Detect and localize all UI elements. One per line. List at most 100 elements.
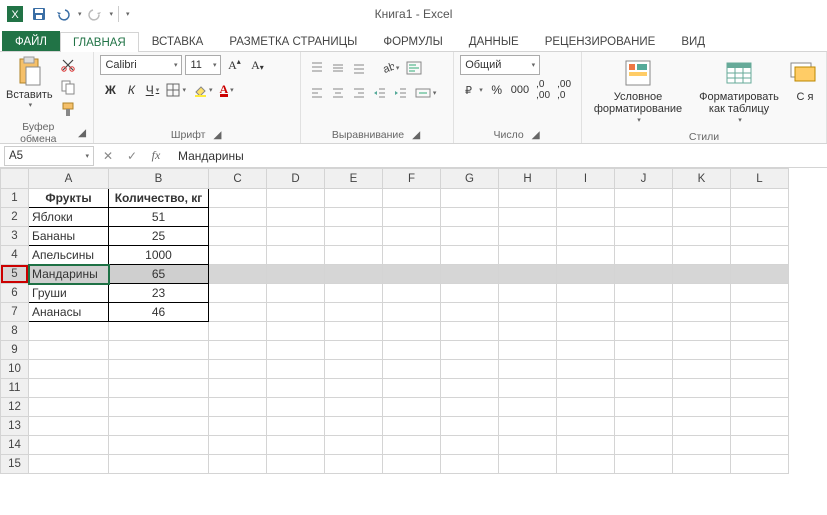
conditional-format-button[interactable]: Условное форматирование▾ <box>588 55 688 129</box>
cell[interactable] <box>267 265 325 284</box>
tab-view[interactable]: ВИД <box>668 31 718 51</box>
cell[interactable] <box>267 322 325 341</box>
redo-dropdown-icon[interactable]: ▾ <box>110 10 114 18</box>
font-launcher-icon[interactable]: ◢ <box>211 129 223 141</box>
cell[interactable] <box>267 246 325 265</box>
cell[interactable] <box>209 398 267 417</box>
cell[interactable] <box>441 284 499 303</box>
cell[interactable]: Яблоки <box>29 208 109 227</box>
column-header[interactable]: K <box>673 169 731 189</box>
cell[interactable] <box>29 417 109 436</box>
cell[interactable] <box>325 360 383 379</box>
cell[interactable]: Апельсины <box>29 246 109 265</box>
cell[interactable] <box>615 227 673 246</box>
row-header[interactable]: 4 <box>1 246 29 265</box>
cell[interactable] <box>615 208 673 227</box>
cell[interactable]: 25 <box>109 227 209 246</box>
cell[interactable] <box>673 379 731 398</box>
cell[interactable] <box>267 436 325 455</box>
cell[interactable] <box>267 417 325 436</box>
cell[interactable] <box>499 227 557 246</box>
cell[interactable] <box>209 436 267 455</box>
cell[interactable] <box>499 284 557 303</box>
cell[interactable] <box>209 379 267 398</box>
cell[interactable] <box>441 398 499 417</box>
cell[interactable] <box>499 303 557 322</box>
cell[interactable] <box>557 246 615 265</box>
column-header[interactable]: C <box>209 169 267 189</box>
row-header[interactable]: 7 <box>1 303 29 322</box>
cell[interactable] <box>267 189 325 208</box>
cell[interactable] <box>615 455 673 474</box>
align-bottom-button[interactable] <box>349 58 369 78</box>
cell[interactable] <box>29 436 109 455</box>
cell[interactable] <box>267 455 325 474</box>
cell[interactable] <box>383 436 441 455</box>
formula-input[interactable]: Мандарины <box>168 149 827 163</box>
cell[interactable] <box>325 322 383 341</box>
currency-button[interactable]: ₽▾ <box>460 80 486 100</box>
cell[interactable] <box>383 341 441 360</box>
cell[interactable] <box>499 208 557 227</box>
cell[interactable] <box>673 246 731 265</box>
cell[interactable] <box>615 189 673 208</box>
decrease-font-button[interactable]: A▾ <box>247 55 267 75</box>
cell[interactable] <box>673 189 731 208</box>
percent-button[interactable]: % <box>487 80 507 100</box>
cell[interactable] <box>731 417 789 436</box>
cell[interactable] <box>499 379 557 398</box>
cell[interactable] <box>325 455 383 474</box>
cell[interactable] <box>383 360 441 379</box>
cell[interactable] <box>109 379 209 398</box>
select-all-cell[interactable] <box>1 169 29 189</box>
font-color-button[interactable]: A▾ <box>217 80 237 100</box>
row-header[interactable]: 15 <box>1 455 29 474</box>
cell[interactable] <box>209 303 267 322</box>
cell[interactable] <box>731 189 789 208</box>
cell[interactable] <box>383 417 441 436</box>
row-header[interactable]: 10 <box>1 360 29 379</box>
cell[interactable] <box>673 436 731 455</box>
cell[interactable] <box>731 227 789 246</box>
number-format-combo[interactable]: Общий▾ <box>460 55 540 75</box>
cell[interactable] <box>441 379 499 398</box>
column-header[interactable]: L <box>731 169 789 189</box>
cell[interactable] <box>673 341 731 360</box>
cell[interactable] <box>209 246 267 265</box>
cell[interactable] <box>557 303 615 322</box>
cell[interactable] <box>29 360 109 379</box>
decrease-decimal-button[interactable]: ,00,0 <box>554 80 574 100</box>
cell[interactable] <box>267 379 325 398</box>
cell[interactable] <box>209 265 267 284</box>
cell[interactable] <box>615 341 673 360</box>
cell[interactable] <box>29 341 109 360</box>
cell[interactable] <box>615 303 673 322</box>
cell[interactable] <box>109 417 209 436</box>
cell[interactable] <box>109 398 209 417</box>
cell[interactable] <box>109 360 209 379</box>
cell[interactable] <box>557 265 615 284</box>
cell[interactable] <box>325 208 383 227</box>
column-header[interactable]: D <box>267 169 325 189</box>
cell[interactable] <box>673 208 731 227</box>
cell[interactable] <box>557 455 615 474</box>
align-top-button[interactable] <box>307 58 327 78</box>
cell[interactable] <box>209 208 267 227</box>
cell[interactable] <box>499 341 557 360</box>
worksheet-grid[interactable]: ABCDEFGHIJKL1ФруктыКоличество, кг2Яблоки… <box>0 168 827 474</box>
cell[interactable] <box>731 284 789 303</box>
cell[interactable]: Бананы <box>29 227 109 246</box>
cell[interactable] <box>615 246 673 265</box>
cell[interactable] <box>499 360 557 379</box>
font-name-combo[interactable]: Calibri▾ <box>100 55 182 75</box>
cell[interactable] <box>441 303 499 322</box>
cell[interactable] <box>673 417 731 436</box>
cell[interactable] <box>441 436 499 455</box>
cell[interactable] <box>615 284 673 303</box>
cell[interactable] <box>673 265 731 284</box>
column-header[interactable]: E <box>325 169 383 189</box>
cell[interactable] <box>441 455 499 474</box>
cell[interactable] <box>109 455 209 474</box>
cell[interactable] <box>557 322 615 341</box>
cell[interactable] <box>441 322 499 341</box>
